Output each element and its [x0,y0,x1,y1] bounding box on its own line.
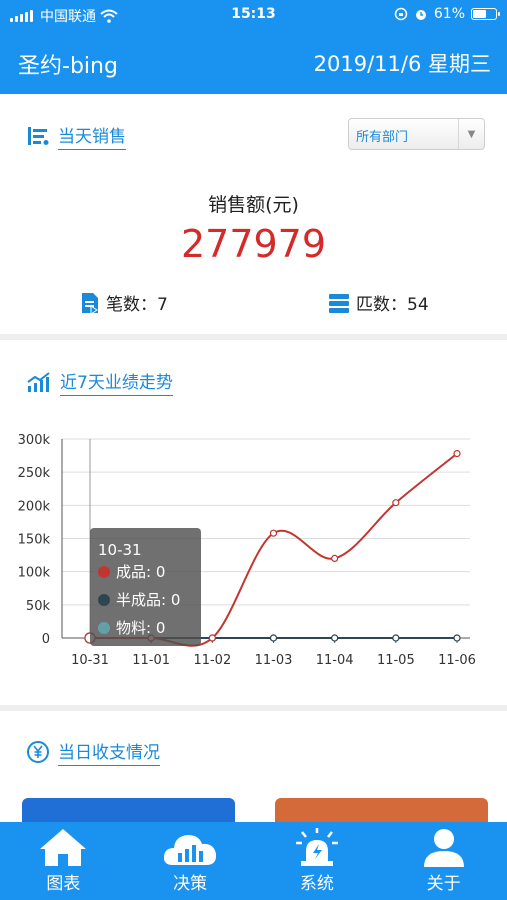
tab-bar: 图表 决策 系统 关于 [0,822,507,900]
tab-about-label: 关于 [426,874,461,894]
tooltip-row: 半成品: 0 [116,591,180,609]
department-select-value: 所有部门 [356,130,409,145]
app-title: 圣约-bing [18,54,118,79]
sales-amount-label: 销售额(元) [208,194,299,216]
trend-heading: 近7天业绩走势 [26,368,173,396]
yen-icon [27,741,49,763]
data-point [392,499,400,507]
income-heading: 当日收支情况 [26,738,160,766]
data-point [269,634,278,642]
battery-percent: 61% [433,6,465,22]
piece-count-label: 匹数：54 [356,295,429,315]
y-tick-label: 300k [18,433,51,448]
section-divider [0,334,507,340]
y-tick-label: 150k [18,533,51,548]
x-tick-label: 11-01 [132,653,170,668]
trend-chart: 0 50k 100k 150k 200k 250k 300k 10-31 11-01 11-02 1… [0,425,507,675]
y-tick-label: 0 [42,632,50,647]
data-point [208,634,216,642]
cloud-chart-icon [164,835,217,865]
data-point [331,634,339,642]
order-count: 笔数：7 [80,290,168,315]
section-divider [0,705,507,711]
data-point [331,554,339,562]
data-point [453,634,461,642]
tooltip-legend-dot [98,622,110,634]
x-tick-label: 11-02 [193,653,231,668]
alarm-icon [295,828,338,866]
expense-button[interactable] [275,798,488,822]
trend-title: 近7天业绩走势 [60,368,173,396]
alarm-clock-icon [415,10,426,20]
status-bar: 中国联通 15:13 61% [0,0,507,32]
tooltip-legend-dot [98,594,110,606]
y-tick-label: 250k [18,466,51,481]
today-sales-title: 当天销售 [58,122,126,150]
department-select[interactable]: 所有部门 ▼ [348,118,485,150]
x-tick-label: 11-05 [377,653,415,668]
piece-count: 匹数：54 [328,290,429,315]
x-tick-label: 11-06 [438,653,476,668]
data-point [453,449,461,458]
tab-charts-label: 图表 [46,874,81,894]
server-stack-icon [329,293,349,313]
order-count-label: 笔数：7 [106,295,168,315]
home-icon [40,829,87,866]
y-tick-label: 50k [26,599,51,614]
user-icon [423,829,464,867]
tooltip-row: 物料: 0 [116,619,165,637]
app-header: 圣约-bing 2019/11/6 星期三 [0,32,507,94]
battery-icon [471,8,500,20]
tooltip-row: 成品: 0 [116,563,165,581]
income-button[interactable] [22,798,235,822]
tab-system[interactable]: 系统 [254,822,381,900]
x-tick-label: 10-31 [71,653,109,668]
tooltip-legend-dot [98,566,110,578]
trend-chart-svg: 0 50k 100k 150k 200k 250k 300k 10-31 11-01 11-02 1… [18,433,476,668]
tab-decision-label: 决策 [173,874,208,894]
status-right: 61% [394,6,500,22]
list-icon [28,127,49,145]
today-sales-heading: 当天销售 [26,122,126,150]
header-date: 2019/11/6 星期三 [313,52,491,76]
tab-charts[interactable]: 图表 [0,822,127,900]
chevron-down-icon: ▼ [458,119,484,149]
tab-system-label: 系统 [299,874,334,894]
rotation-lock-icon [394,7,408,21]
y-tick-label: 200k [18,499,51,514]
x-tick-label: 11-03 [255,653,293,668]
document-icon [82,292,98,314]
y-tick-label: 100k [18,566,51,581]
tab-about[interactable]: 关于 [380,822,507,900]
x-tick-label: 11-04 [316,653,354,668]
data-point [269,529,278,537]
data-point [392,634,400,642]
trend-chart-icon [27,372,50,392]
income-title: 当日收支情况 [58,738,160,766]
tooltip-date: 10-31 [98,541,142,559]
sales-amount-value: 277979 [180,222,327,266]
tab-decision[interactable]: 决策 [127,822,254,900]
